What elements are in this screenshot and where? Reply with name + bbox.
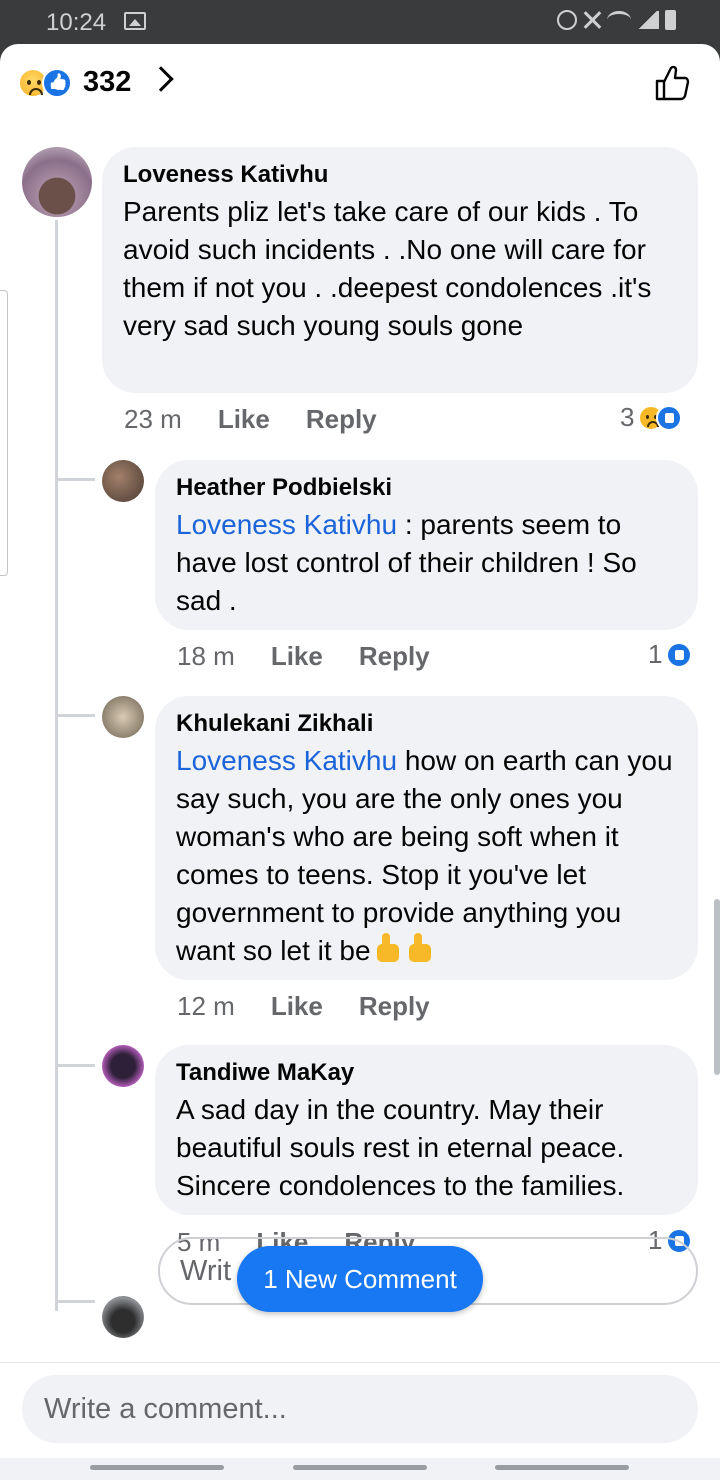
signal-icon [637, 11, 659, 29]
like-reaction-icon [666, 641, 693, 668]
like-reaction-icon [42, 68, 72, 98]
avatar[interactable] [22, 147, 92, 217]
comments-sheet: 332 Loveness Kativhu Parents pliz let's … [0, 44, 720, 1362]
reaction-count: 1 [648, 639, 663, 669]
wifi-icon [607, 11, 631, 29]
reply-button[interactable]: Reply [306, 404, 377, 435]
comment-text: Loveness Kativhu how on earth can you sa… [176, 742, 678, 970]
comment-actions: 23 m Like Reply [124, 404, 377, 435]
nav-recent-handle[interactable] [90, 1465, 224, 1470]
comment-bubble: Heather Podbielski Loveness Kativhu : pa… [155, 460, 698, 630]
comment-author[interactable]: Loveness Kativhu [123, 161, 678, 189]
scrollbar[interactable] [714, 899, 720, 1075]
avatar [102, 1296, 144, 1338]
system-nav-bar [0, 1458, 720, 1480]
thread-branch [55, 1300, 95, 1303]
comment-bubble: Khulekani Zikhali Loveness Kativhu how o… [155, 696, 698, 980]
like-button[interactable]: Like [271, 641, 323, 672]
mute-icon [583, 11, 601, 29]
composer-bar: Write a comment... [0, 1362, 720, 1458]
comment-time: 12 m [177, 991, 235, 1021]
mention-link[interactable]: Loveness Kativhu [176, 509, 397, 540]
alarm-icon [557, 10, 577, 30]
status-bar: 10:24 [0, 0, 720, 44]
thread-branch [55, 1064, 95, 1067]
like-reaction-icon [656, 404, 683, 431]
nav-back-handle[interactable] [495, 1465, 629, 1470]
comment-text: Parents pliz let's take care of our kids… [123, 196, 652, 341]
comment-author[interactable]: Heather Podbielski [176, 474, 678, 502]
comment-time: 23 m [124, 404, 182, 434]
reactions-header: 332 [0, 44, 720, 124]
reply-button[interactable]: Reply [359, 991, 430, 1022]
chevron-right-icon[interactable] [148, 66, 174, 92]
avatar[interactable] [102, 460, 144, 502]
comment-actions: 18 m Like Reply [177, 641, 430, 672]
avatar[interactable] [102, 1045, 144, 1087]
comment-bubble: Tandiwe MaKay A sad day in the country. … [155, 1045, 698, 1215]
reply-button[interactable]: Reply [359, 641, 430, 672]
reply-placeholder: Writ [180, 1255, 232, 1287]
comment-text: Loveness Kativhu : parents seem to have … [176, 506, 678, 620]
like-button[interactable]: Like [271, 991, 323, 1022]
comment-reactions[interactable]: 3 [620, 402, 683, 433]
comment-author[interactable]: Tandiwe MaKay [176, 1059, 678, 1087]
system-icons [557, 10, 676, 30]
nav-home-handle[interactable] [293, 1465, 427, 1470]
comment-input[interactable]: Write a comment... [22, 1375, 698, 1443]
thumbs-up-icon [373, 932, 403, 964]
thumbs-up-icon [405, 932, 435, 964]
status-time: 10:24 [46, 9, 107, 36]
mention-link[interactable]: Loveness Kativhu [176, 745, 397, 776]
thread-line [55, 220, 58, 1311]
thread-branch [55, 714, 95, 717]
reaction-count[interactable]: 332 [83, 66, 131, 99]
comment-author[interactable]: Khulekani Zikhali [176, 710, 678, 738]
new-comment-button[interactable]: 1 New Comment [237, 1246, 483, 1312]
comment-placeholder: Write a comment... [44, 1393, 287, 1425]
thread-branch [55, 478, 95, 481]
like-outline-icon[interactable] [654, 64, 690, 102]
left-panel-edge [0, 290, 8, 576]
battery-icon [665, 10, 676, 30]
reaction-count: 3 [620, 402, 635, 432]
comment-text: A sad day in the country. May their beau… [176, 1094, 625, 1201]
comment-time: 18 m [177, 641, 235, 671]
avatar[interactable] [102, 696, 144, 738]
comment-reactions[interactable]: 1 [648, 639, 693, 670]
reaction-summary[interactable] [18, 68, 76, 98]
like-button[interactable]: Like [218, 404, 270, 435]
gallery-icon [124, 12, 146, 30]
comment-actions: 12 m Like Reply [177, 991, 430, 1022]
comment-bubble: Loveness Kativhu Parents pliz let's take… [102, 147, 698, 393]
